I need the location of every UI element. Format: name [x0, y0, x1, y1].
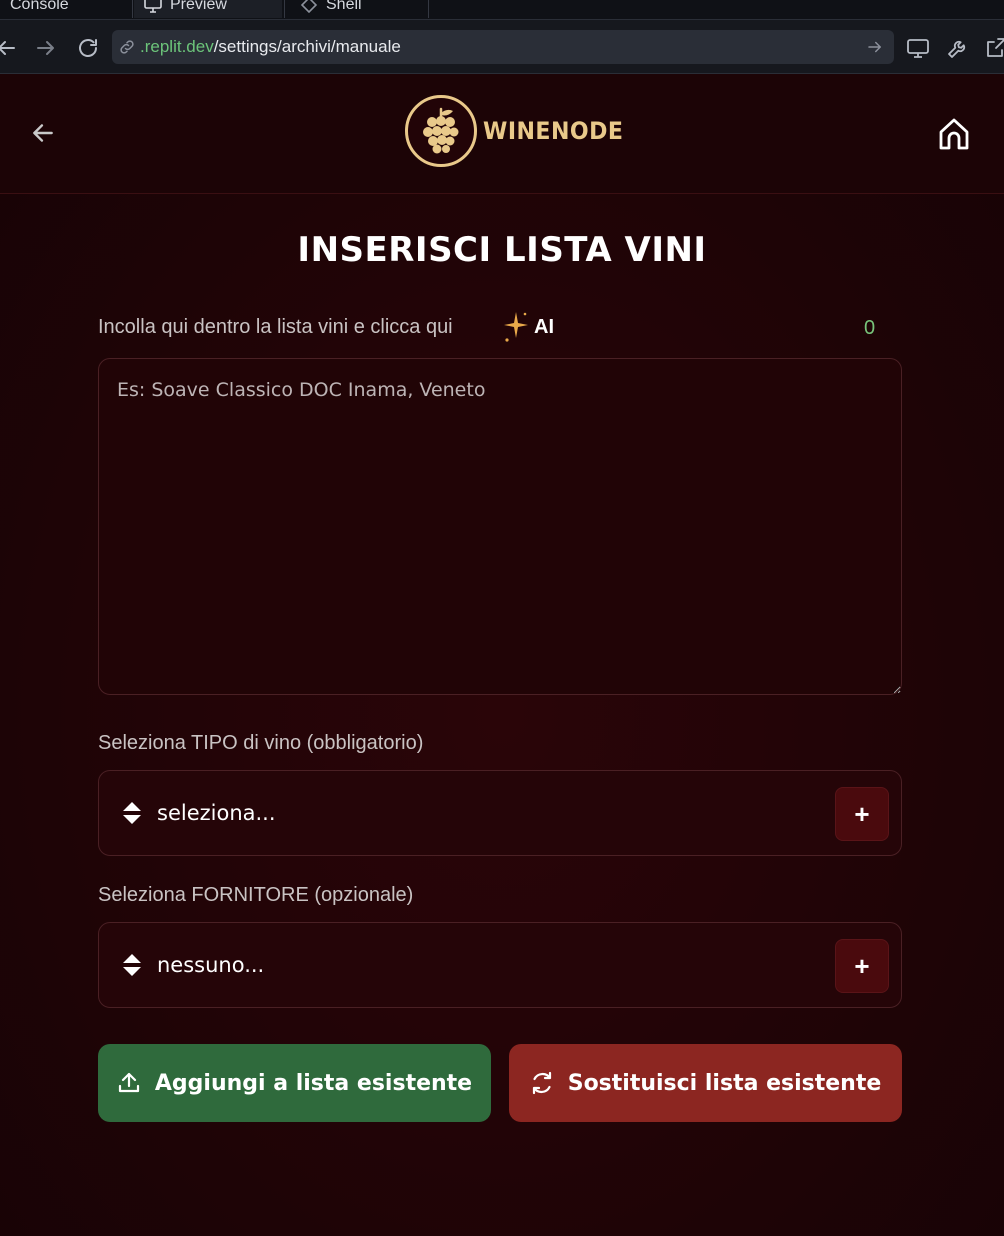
forward-arrow-icon[interactable]	[34, 36, 58, 60]
logo-text: WINENODE	[483, 117, 624, 145]
shell-icon	[300, 0, 318, 13]
upload-icon	[118, 1072, 139, 1093]
sparkle-icon	[504, 312, 528, 342]
go-arrow-icon[interactable]	[866, 38, 884, 56]
tab-separator	[428, 0, 429, 18]
url-path: /settings/archivi/manuale	[213, 37, 401, 56]
reload-icon[interactable]	[76, 36, 100, 60]
wine-count: 0	[864, 317, 876, 339]
refresh-icon	[532, 1071, 551, 1095]
tab-shell[interactable]: Shell	[290, 0, 372, 18]
ai-parse-button[interactable]: AI	[502, 310, 554, 344]
replace-list-label: Sostituisci lista esistente	[567, 1070, 882, 1096]
sort-arrows-icon	[123, 954, 141, 976]
tab-console[interactable]: Console	[0, 0, 79, 18]
replace-list-button[interactable]: Sostituisci lista esistente	[509, 1044, 902, 1122]
tab-label: Preview	[170, 0, 227, 13]
back-arrow-icon[interactable]	[30, 120, 56, 146]
tipo-select[interactable]: seleziona... +	[98, 770, 902, 856]
browser-tabbar: Console Preview Shell	[0, 0, 1004, 20]
paste-instruction-label: Incolla qui dentro la lista vini e clicc…	[98, 316, 453, 338]
winenode-logo: WINENODE	[405, 95, 636, 167]
tab-separator	[284, 0, 285, 18]
tab-label: Shell	[326, 0, 362, 13]
monitor-icon	[144, 0, 162, 13]
grape-icon	[405, 95, 477, 167]
wine-list-textarea[interactable]	[98, 358, 902, 695]
add-tipo-button[interactable]: +	[835, 787, 889, 841]
back-arrow-icon[interactable]	[0, 36, 18, 60]
url-host: .replit.dev	[140, 37, 214, 56]
browser-toolbar: .replit.dev/settings/archivi/manuale	[0, 20, 1004, 74]
tab-preview[interactable]: Preview	[134, 0, 282, 18]
fornitore-label: Seleziona FORNITORE (opzionale)	[98, 884, 414, 906]
ai-label: AI	[534, 315, 554, 338]
fornitore-value: nessuno...	[157, 953, 265, 977]
url-bar[interactable]: .replit.dev/settings/archivi/manuale	[112, 30, 894, 64]
app-content: WINENODE INSERISCI LISTA VINI Incolla qu…	[0, 74, 1004, 1236]
link-icon	[120, 40, 134, 54]
tipo-value: seleziona...	[157, 801, 276, 825]
add-fornitore-button[interactable]: +	[835, 939, 889, 993]
devices-icon[interactable]	[906, 36, 930, 60]
sort-arrows-icon	[123, 802, 141, 824]
tipo-label: Seleziona TIPO di vino (obbligatorio)	[98, 732, 424, 754]
wrench-icon[interactable]	[946, 36, 970, 60]
external-link-icon[interactable]	[984, 36, 1004, 60]
app-header: WINENODE	[0, 74, 1004, 194]
add-to-list-label: Aggiungi a lista esistente	[154, 1070, 473, 1096]
fornitore-select[interactable]: nessuno... +	[98, 922, 902, 1008]
tab-label: Console	[10, 0, 69, 13]
add-to-list-button[interactable]: Aggiungi a lista esistente	[98, 1044, 491, 1122]
page-title: INSERISCI LISTA VINI	[297, 230, 707, 270]
tab-separator	[132, 0, 133, 18]
home-icon[interactable]	[936, 116, 972, 152]
